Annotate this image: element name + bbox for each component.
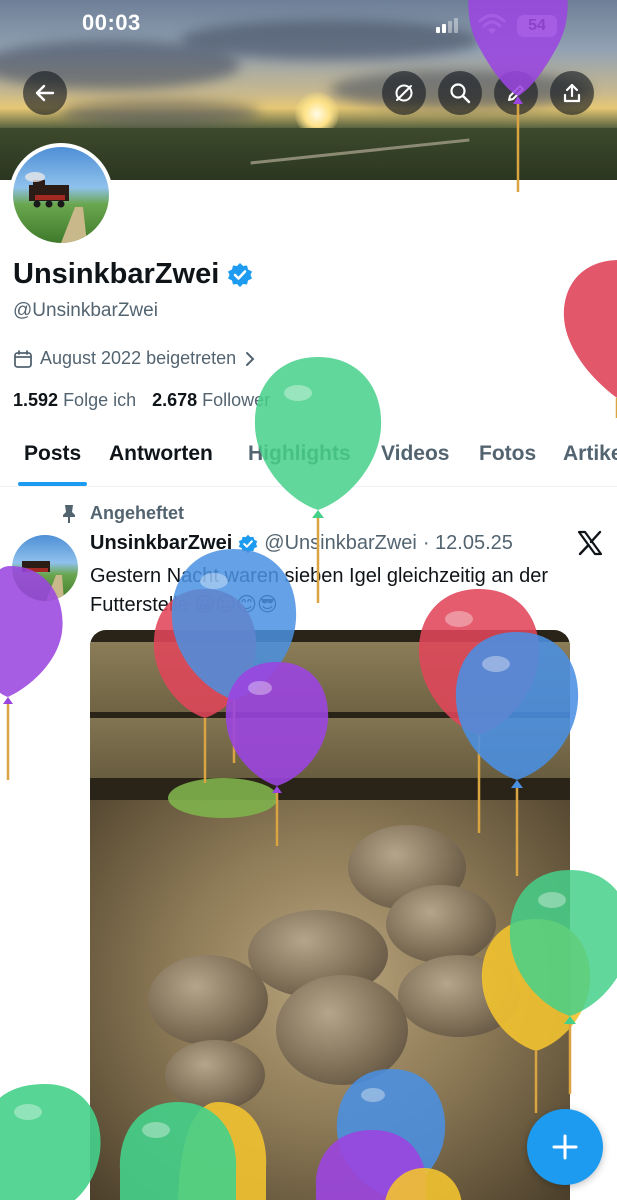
grok-icon (395, 84, 413, 102)
status-time: 00:03 (82, 10, 141, 35)
verified-badge-icon[interactable] (227, 262, 253, 288)
balloon-yellow (119, 1102, 267, 1200)
banner-cloud (60, 100, 260, 125)
following-count: 1.592 (13, 390, 59, 410)
tab-replies[interactable]: Antworten (109, 442, 213, 466)
post-date[interactable]: · 12.05.25 (423, 532, 513, 555)
followers-count: 2.678 (152, 390, 198, 410)
back-button[interactable] (23, 71, 67, 115)
balloon-purple (0, 566, 63, 780)
balloon-red (563, 260, 617, 418)
balloon-purple (225, 662, 329, 846)
balloon-blue (455, 632, 579, 876)
tab-articles[interactable]: Artike (563, 442, 617, 466)
tab-posts[interactable]: Posts (17, 442, 88, 486)
joined-text: August 2022 beigetreten (40, 348, 237, 368)
follow-stats: 1.592 Folge ich 2.678 Follower (13, 390, 270, 411)
pinned-indicator: Angeheftet (60, 503, 184, 524)
profile-display-name: UnsinkbarZwei (13, 258, 253, 291)
joined-date-row[interactable]: August 2022 beigetreten (13, 348, 257, 369)
cellular-signal-icon (436, 18, 458, 33)
display-name-text: UnsinkbarZwei (13, 258, 220, 290)
back-arrow-icon (35, 84, 55, 102)
plus-icon (552, 1134, 578, 1160)
pinned-label: Angeheftet (90, 503, 184, 523)
following-stat[interactable]: 1.592 Folge ich (13, 390, 136, 411)
calendar-icon (14, 349, 32, 368)
profile-handle: @UnsinkbarZwei (13, 300, 158, 321)
photo-hedgehog (148, 955, 268, 1045)
balloon-purple (315, 1130, 462, 1200)
profile-avatar[interactable] (9, 143, 113, 247)
balloon-green (509, 870, 617, 1094)
pin-icon (63, 504, 75, 523)
tab-videos[interactable]: Videos (381, 442, 449, 466)
balloon-green (0, 1084, 101, 1200)
grok-button[interactable] (382, 71, 426, 115)
following-label: Folge ich (63, 390, 137, 410)
x-logo-icon[interactable] (576, 530, 604, 561)
compose-button[interactable] (527, 1109, 603, 1185)
balloon-purple (468, 0, 568, 192)
tab-photos[interactable]: Fotos (479, 442, 536, 466)
train-photo (25, 172, 87, 243)
